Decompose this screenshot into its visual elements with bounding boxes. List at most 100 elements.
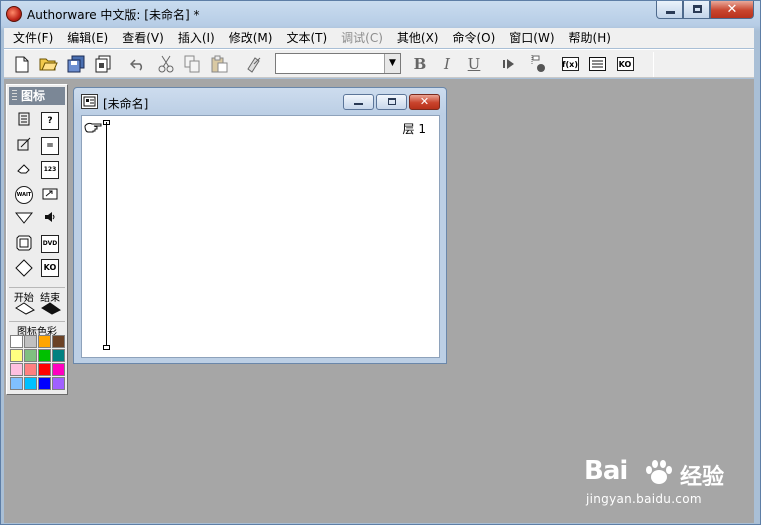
digital-movie-icon[interactable]: [41, 186, 59, 204]
color-swatch[interactable]: [52, 363, 65, 376]
save-all-icon: [67, 55, 85, 73]
menu-item[interactable]: 命令(O): [445, 28, 502, 48]
layer-label: 层 1: [402, 122, 426, 136]
flowline-canvas[interactable]: 层 1: [81, 115, 440, 358]
menu-item[interactable]: 调试(C): [334, 28, 390, 48]
watermark-brand-cn: 经验: [680, 465, 725, 490]
flowline-window-icon: [81, 94, 98, 109]
motion-icon[interactable]: [15, 137, 33, 155]
copy-button[interactable]: [182, 54, 202, 74]
menu-item[interactable]: 其他(X): [390, 28, 446, 48]
color-swatch[interactable]: [52, 377, 65, 390]
color-swatch[interactable]: [52, 349, 65, 362]
chevron-down-icon[interactable]: ▼: [384, 54, 400, 73]
window-controls: ✕: [656, 1, 754, 19]
title-bar[interactable]: Authorware 中文版: [未命名] * ✕: [1, 1, 760, 26]
menu-item[interactable]: 编辑(E): [60, 28, 115, 48]
open-folder-icon: [39, 58, 58, 71]
menu-item[interactable]: 查看(V): [115, 28, 171, 48]
flowline-close-button[interactable]: ✕: [409, 94, 440, 110]
menu-item[interactable]: 插入(I): [171, 28, 222, 48]
app-window: Authorware 中文版: [未命名] * ✕ 文件(F) 编辑(E) 查看(V…: [0, 0, 761, 525]
import-button[interactable]: [93, 54, 113, 74]
close-icon: ✕: [419, 95, 430, 108]
color-swatch[interactable]: [38, 363, 51, 376]
menu-item[interactable]: 修改(M): [222, 28, 280, 48]
flowline-window: [未命名] ✕ 层 1: [73, 87, 447, 364]
watermark-logo: Bai 经验 jingyan.baidu.com: [584, 456, 754, 514]
bold-button[interactable]: B: [410, 54, 430, 74]
underline-button[interactable]: U: [464, 54, 484, 74]
decision-icon[interactable]: [14, 210, 34, 228]
menu-bar: 文件(F) 编辑(E) 查看(V) 插入(I) 修改(M) 文本(T) 调试(C) 其他(X)…: [4, 28, 754, 48]
start-flag-icon[interactable]: [15, 301, 35, 319]
new-file-icon: [15, 56, 29, 72]
functions-button[interactable]: f(x): [560, 54, 580, 74]
color-swatch[interactable]: [10, 363, 23, 376]
authorware-logo-icon[interactable]: [6, 6, 22, 22]
run-from-flag-button[interactable]: [530, 54, 550, 74]
undo-button[interactable]: [128, 54, 148, 74]
palette-title: 图标: [21, 89, 46, 103]
maximize-button[interactable]: [683, 1, 710, 19]
font-select[interactable]: ▼: [275, 53, 401, 74]
cut-button[interactable]: [156, 54, 176, 74]
maximize-icon: [388, 98, 396, 105]
variables-button[interactable]: [587, 54, 607, 74]
palette-header[interactable]: 图标: [9, 87, 65, 105]
end-flag-icon[interactable]: [41, 301, 61, 319]
display-icon[interactable]: [15, 112, 33, 130]
flowline-minimize-button[interactable]: [343, 94, 374, 110]
open-file-button[interactable]: [38, 54, 58, 74]
paste-hand-icon[interactable]: [84, 120, 103, 138]
knowledge-objects-button[interactable]: KO: [615, 54, 635, 74]
menu-item[interactable]: 帮助(H): [562, 28, 618, 48]
icon-palette: 图标 ? = 123 WAIT DVD KO 开始 结束 图标色彩: [6, 84, 68, 395]
framework-icon[interactable]: [15, 235, 33, 253]
maximize-icon: [693, 5, 702, 13]
color-swatch[interactable]: [10, 377, 23, 390]
video-icon[interactable]: DVD: [41, 234, 59, 253]
erase-icon[interactable]: [15, 161, 33, 179]
italic-button[interactable]: I: [437, 54, 457, 74]
sound-icon[interactable]: [41, 210, 59, 228]
find-icon: [247, 57, 261, 73]
watermark-brand: Bai: [584, 456, 628, 486]
paste-icon: [211, 55, 227, 73]
color-swatch[interactable]: [38, 377, 51, 390]
minimize-button[interactable]: [656, 1, 683, 19]
color-swatch[interactable]: [52, 335, 65, 348]
color-swatch[interactable]: [10, 349, 23, 362]
menu-item[interactable]: 文本(T): [279, 28, 334, 48]
grip-icon[interactable]: [12, 90, 17, 102]
color-swatch[interactable]: [24, 363, 37, 376]
menu-item[interactable]: 文件(F): [6, 28, 60, 48]
color-swatch[interactable]: [38, 349, 51, 362]
functions-icon: f(x): [561, 57, 579, 71]
color-swatch[interactable]: [10, 335, 23, 348]
color-swatch[interactable]: [24, 335, 37, 348]
navigate-icon[interactable]: 123: [41, 161, 59, 179]
toolbar: ▼ B I U f(x) KO: [4, 49, 754, 78]
copy-icon: [184, 55, 200, 73]
interaction-icon[interactable]: ?: [41, 112, 59, 130]
calculation-icon[interactable]: =: [41, 136, 59, 155]
close-button[interactable]: ✕: [710, 1, 754, 19]
save-all-button[interactable]: [66, 54, 86, 74]
map-icon[interactable]: [15, 259, 33, 277]
flowline-maximize-button[interactable]: [376, 94, 407, 110]
color-swatch[interactable]: [24, 349, 37, 362]
minimize-icon: [666, 11, 675, 14]
wait-icon[interactable]: WAIT: [15, 185, 33, 204]
menu-item[interactable]: 窗口(W): [502, 28, 561, 48]
color-swatch[interactable]: [24, 377, 37, 390]
find-button[interactable]: [245, 54, 265, 74]
run-from-flag-icon: [531, 55, 545, 72]
knowledge-object-icon[interactable]: KO: [41, 259, 59, 277]
flowline[interactable]: [106, 122, 107, 348]
new-file-button[interactable]: [12, 54, 32, 74]
paste-button[interactable]: [209, 54, 229, 74]
restart-button[interactable]: [499, 54, 519, 74]
scissors-icon: [158, 55, 174, 73]
color-swatch[interactable]: [38, 335, 51, 348]
